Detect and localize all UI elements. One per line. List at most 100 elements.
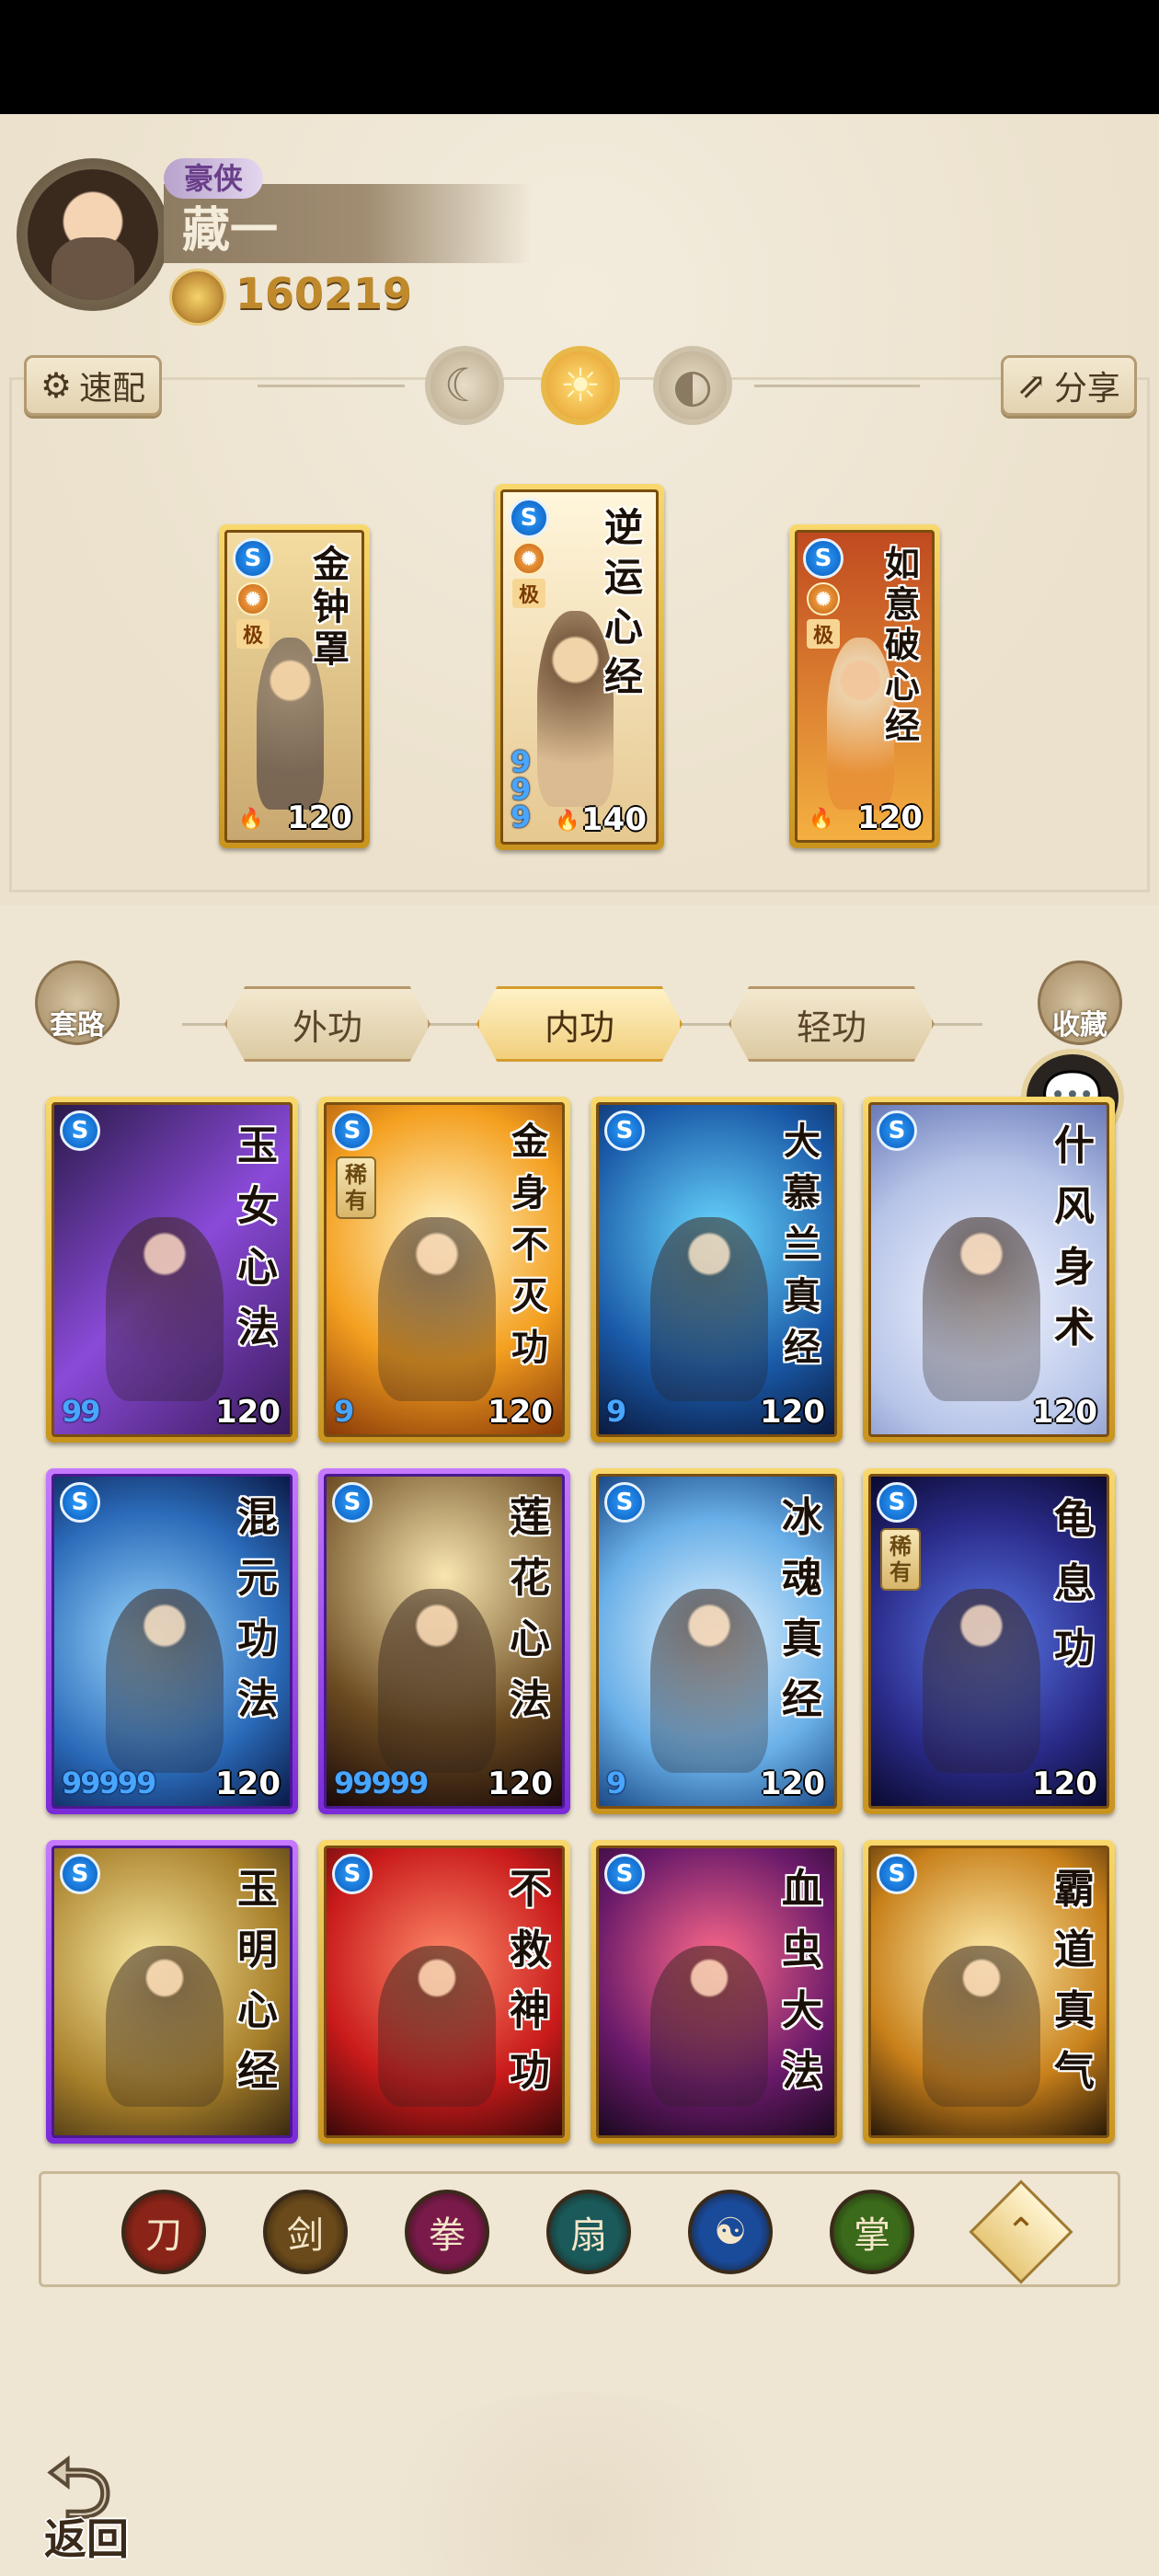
card-stars: 9 bbox=[606, 1765, 626, 1800]
filter-sword-button[interactable]: 剑 bbox=[263, 2190, 348, 2274]
card-level: 120 bbox=[215, 1765, 281, 1802]
quick-assign-label: 速配 bbox=[79, 370, 146, 408]
skill-card[interactable]: S 大慕兰真经 9 120 bbox=[591, 1097, 843, 1443]
card-art: S 什风身术 120 bbox=[868, 1102, 1109, 1437]
card-art: S ✺ 极 逆运心经 9 9 9 🔥 140 bbox=[500, 489, 659, 845]
card-level: 120 bbox=[857, 799, 923, 836]
divider-line bbox=[754, 385, 920, 387]
card-art: S 玉女心法 99 120 bbox=[52, 1102, 293, 1437]
skill-card[interactable]: S 玉明心经 bbox=[46, 1840, 298, 2144]
avatar-portrait bbox=[28, 169, 158, 300]
equipped-card[interactable]: S ✺ 极 如意破心经 🔥 120 bbox=[789, 524, 940, 848]
grade-label: 极 bbox=[807, 619, 840, 649]
grade-icon: ✺ bbox=[512, 542, 545, 575]
skill-card[interactable]: S 血虫大法 bbox=[591, 1840, 843, 2144]
tab-external[interactable]: 外功 bbox=[224, 986, 430, 1062]
back-button[interactable]: ⮌ 返回 bbox=[37, 2429, 156, 2564]
grade-label: 极 bbox=[512, 579, 545, 608]
card-level: 120 bbox=[488, 1765, 553, 1802]
game-screen: 豪侠 藏一 160219 ⚙ 速配 ⇗ 分享 ☾ ☀ ◐ S ✺ 极 金钟罩 🔥… bbox=[0, 0, 1159, 2576]
card-figure bbox=[650, 1946, 769, 2107]
filter-blade-button[interactable]: 刀 bbox=[121, 2190, 206, 2274]
school-badge-icon: S bbox=[332, 1110, 373, 1151]
equipped-card[interactable]: S ✺ 极 金钟罩 🔥 120 bbox=[219, 524, 370, 848]
equipped-card[interactable]: S ✺ 极 逆运心经 9 9 9 🔥 140 bbox=[495, 484, 664, 850]
mode-moon[interactable]: ☾ bbox=[425, 346, 504, 425]
card-level: 120 bbox=[488, 1394, 553, 1431]
card-title: 大慕兰真经 bbox=[784, 1120, 820, 1369]
skill-card[interactable]: S 莲花心法 99999 120 bbox=[318, 1468, 570, 1814]
routine-button[interactable]: 套路 bbox=[35, 960, 120, 1045]
school-badge-icon: S bbox=[509, 498, 549, 538]
card-title: 霸道真气 bbox=[1054, 1866, 1095, 2095]
school-badge-icon: S bbox=[60, 1110, 100, 1151]
sun-icon: ☀ bbox=[559, 359, 602, 412]
floor-ornament bbox=[350, 2392, 809, 2576]
school-badge-icon: S bbox=[233, 538, 273, 579]
card-stars: 99999 bbox=[62, 1765, 156, 1800]
skill-card[interactable]: S 不救神功 bbox=[318, 1840, 570, 2144]
divider-line bbox=[258, 385, 405, 387]
quick-assign-button[interactable]: ⚙ 速配 bbox=[24, 355, 162, 416]
card-art: S 稀有 龟息功 120 bbox=[868, 1474, 1109, 1809]
card-level: 140 bbox=[581, 801, 647, 838]
school-badge-icon: S bbox=[877, 1482, 917, 1523]
tab-lightness[interactable]: 轻功 bbox=[729, 986, 935, 1062]
card-figure bbox=[378, 1588, 497, 1774]
card-art: S ✺ 极 金钟罩 🔥 120 bbox=[224, 530, 364, 843]
mode-eclipse[interactable]: ◐ bbox=[653, 346, 732, 425]
collection-button[interactable]: 收藏 bbox=[1038, 960, 1122, 1045]
card-title: 龟息功 bbox=[1054, 1496, 1095, 1672]
card-figure bbox=[106, 1946, 224, 2107]
card-title: 莲花心法 bbox=[510, 1494, 550, 1723]
card-art: S 血虫大法 bbox=[596, 1846, 837, 2138]
coin-icon bbox=[169, 269, 226, 326]
skill-card[interactable]: S 稀有 龟息功 120 bbox=[863, 1468, 1115, 1814]
flame-icon: 🔥 bbox=[809, 808, 834, 831]
card-figure bbox=[923, 1946, 1041, 2107]
rarity-badge: 稀有 bbox=[880, 1528, 921, 1591]
filter-fan-button[interactable]: 扇 bbox=[546, 2190, 631, 2274]
card-stars: 9 bbox=[606, 1394, 626, 1429]
card-art: S 冰魂真经 9 120 bbox=[596, 1474, 837, 1809]
mode-sun[interactable]: ☀ bbox=[541, 346, 620, 425]
avatar[interactable] bbox=[17, 158, 169, 311]
card-title: 如意破心经 bbox=[884, 543, 920, 746]
card-title: 混元功法 bbox=[237, 1494, 278, 1723]
card-title: 玉女心法 bbox=[237, 1122, 278, 1351]
flame-icon: 🔥 bbox=[555, 810, 580, 833]
yin-yang-icon: ☯ bbox=[714, 2211, 747, 2253]
school-badge-icon: S bbox=[604, 1482, 645, 1523]
card-figure bbox=[650, 1588, 769, 1774]
skill-card[interactable]: S 稀有 金身不灭功 9 120 bbox=[318, 1097, 570, 1443]
filter-palm-button[interactable]: 掌 bbox=[830, 2190, 914, 2274]
school-badge-icon: S bbox=[877, 1110, 917, 1151]
skill-card[interactable]: S 什风身术 120 bbox=[863, 1097, 1115, 1443]
player-name: 藏一 bbox=[182, 202, 279, 259]
tab-internal[interactable]: 内功 bbox=[476, 986, 683, 1062]
card-figure bbox=[650, 1216, 769, 1402]
fan-icon: 扇 bbox=[570, 2214, 607, 2257]
school-badge-icon: S bbox=[604, 1110, 645, 1151]
skill-card[interactable]: S 冰魂真经 9 120 bbox=[591, 1468, 843, 1814]
school-badge-icon: S bbox=[60, 1482, 100, 1523]
status-bar bbox=[0, 0, 1159, 114]
chevron-up-icon: ⌃ bbox=[1005, 2211, 1037, 2253]
card-level: 120 bbox=[1032, 1394, 1097, 1431]
filter-yin-yang-button[interactable]: ☯ bbox=[688, 2190, 773, 2274]
share-button[interactable]: ⇗ 分享 bbox=[1001, 355, 1137, 416]
card-level: 120 bbox=[287, 799, 352, 836]
card-stars: 9 9 9 bbox=[511, 744, 531, 834]
skill-card[interactable]: S 玉女心法 99 120 bbox=[46, 1097, 298, 1443]
gear-icon: ⚙ bbox=[40, 365, 73, 406]
coin-value: 160219 bbox=[235, 269, 413, 318]
rarity-badge: 稀有 bbox=[336, 1156, 376, 1219]
skill-card[interactable]: S 混元功法 99999 120 bbox=[46, 1468, 298, 1814]
card-title: 金身不灭功 bbox=[511, 1120, 548, 1369]
card-art: S 稀有 金身不灭功 9 120 bbox=[324, 1102, 565, 1437]
filter-fist-button[interactable]: 拳 bbox=[405, 2190, 489, 2274]
school-badge-icon: S bbox=[877, 1854, 917, 1894]
card-art: S 玉明心经 bbox=[52, 1846, 293, 2138]
skill-card[interactable]: S 霸道真气 bbox=[863, 1840, 1115, 2144]
card-title: 冰魂真经 bbox=[782, 1494, 822, 1723]
